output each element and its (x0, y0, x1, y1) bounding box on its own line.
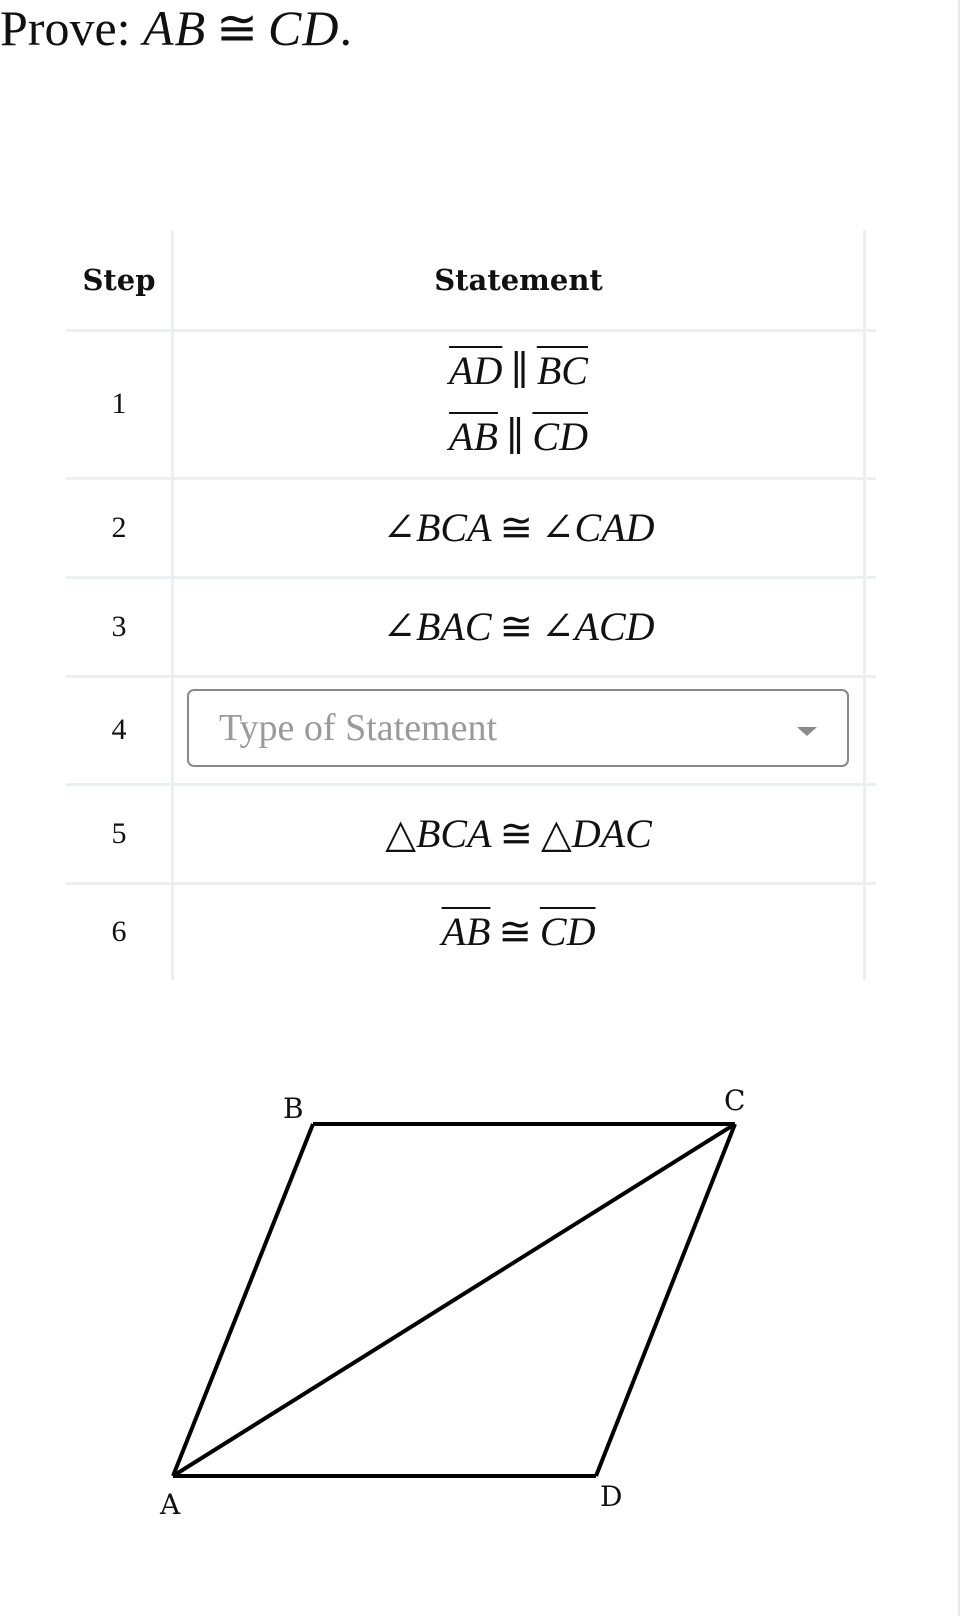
vertex-label-c: C (724, 1084, 745, 1117)
segment-cd (594, 1123, 737, 1477)
segment-ab (171, 1123, 315, 1477)
parallelogram-diagram: B C A D (159, 1084, 745, 1521)
vertex-label-a: A (159, 1488, 181, 1521)
diagonal-ac (171, 1122, 737, 1478)
vertex-label-d: D (600, 1480, 622, 1513)
vertex-label-b: B (283, 1092, 304, 1125)
